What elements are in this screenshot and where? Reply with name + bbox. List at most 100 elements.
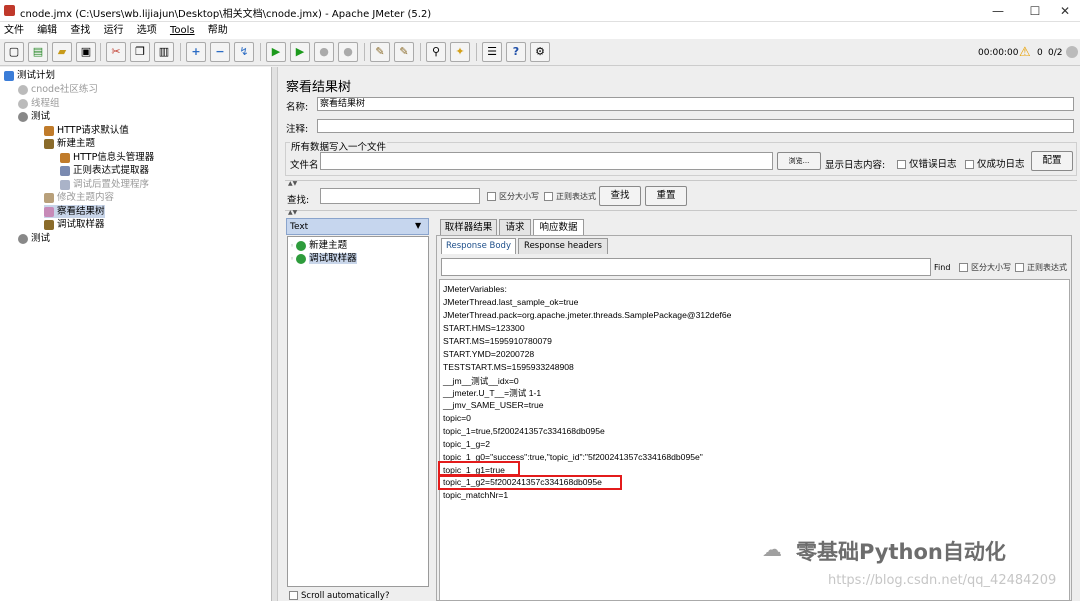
reset-button[interactable]: 重置 (645, 186, 687, 206)
gear-icon (18, 233, 28, 244)
page-title: 察看结果树 (286, 80, 352, 95)
chart-icon (44, 206, 54, 217)
scroll-auto-checkbox[interactable]: Scroll automatically? (289, 591, 389, 601)
collapse-arrows-icon[interactable]: ▲▼ (288, 180, 297, 187)
name-field[interactable]: 察看结果树 (317, 97, 1074, 111)
tab-response-data[interactable]: 响应数据 (533, 219, 584, 235)
success-shield-icon (296, 253, 307, 264)
minimize-button[interactable]: — (983, 3, 1013, 19)
start-no-pause-icon[interactable]: ▶ (290, 42, 310, 62)
test-plan-icon (4, 70, 14, 81)
tree-item-regex-extractor[interactable]: 正则表达式提取器 (60, 164, 149, 177)
highlight-box (438, 461, 520, 476)
tree-item-test[interactable]: 测试 (18, 110, 50, 123)
gear-icon (18, 98, 28, 109)
find-button[interactable]: 查找 (599, 186, 641, 206)
gear-icon (18, 111, 28, 122)
renderer-selected: Text (290, 222, 309, 232)
stop-icon[interactable]: ● (314, 42, 334, 62)
file-name-field[interactable] (320, 152, 773, 170)
chevron-down-icon: ▼ (415, 221, 422, 230)
tab-sampler-result[interactable]: 取样器结果 (440, 219, 497, 235)
menu-tools[interactable]: Tools (170, 22, 195, 39)
open-icon[interactable]: ▰ (52, 42, 72, 62)
menu-help[interactable]: 帮助 (208, 22, 228, 39)
status-indicator-icon (1066, 46, 1078, 58)
tree-item-debug-sampler[interactable]: 调试取样器 (44, 218, 105, 231)
document-icon (60, 179, 70, 190)
highlight-box (438, 475, 622, 490)
find-link[interactable]: Find (934, 263, 950, 272)
clear-icon[interactable]: ✎ (370, 42, 390, 62)
configure-button[interactable]: 配置 (1031, 151, 1073, 171)
pipette-icon (44, 138, 54, 149)
menu-run[interactable]: 运行 (104, 22, 124, 39)
only-errors-checkbox[interactable]: 仅错误日志 (897, 156, 957, 170)
menu-edit[interactable]: 编辑 (37, 22, 57, 39)
remote-icon[interactable]: ⚙ (530, 42, 550, 62)
only-success-checkbox[interactable]: 仅成功日志 (965, 156, 1025, 170)
menu-search[interactable]: 查找 (70, 22, 90, 39)
comment-field[interactable] (317, 119, 1074, 133)
thread-count: 0/2 (1048, 48, 1063, 58)
renderer-select[interactable]: Text ▼ (286, 218, 429, 235)
tree-item-header-manager[interactable]: HTTP信息头管理器 (60, 151, 154, 164)
tab-response-body[interactable]: Response Body (441, 238, 516, 254)
menu-options[interactable]: 选项 (137, 22, 157, 39)
list-item[interactable]: ◦ 调试取样器 (290, 252, 357, 265)
new-icon[interactable]: ▢ (4, 42, 24, 62)
tab-response-headers[interactable]: Response headers (518, 238, 608, 254)
tab-request[interactable]: 请求 (499, 219, 531, 235)
divider (285, 210, 1077, 211)
regex-checkbox[interactable]: 正则表达式 (544, 191, 596, 202)
close-button[interactable]: ✕ (1050, 3, 1080, 19)
pane-splitter[interactable] (272, 67, 278, 601)
response-line: JMeterVariables: (443, 284, 507, 294)
response-regex-checkbox[interactable]: 正则表达式 (1015, 262, 1067, 273)
tree-item-new-topic[interactable]: 新建主题 (44, 137, 95, 150)
response-case-checkbox[interactable]: 区分大小写 (959, 262, 1011, 273)
watermark-url: https://blog.csdn.net/qq_42484209 (828, 573, 1057, 588)
menu-bar: 文件 编辑 查找 运行 选项 Tools 帮助 (0, 22, 1080, 39)
start-icon[interactable]: ▶ (266, 42, 286, 62)
response-line: __jmeter.U_T__=测试 1-1 (443, 388, 542, 398)
response-search-input[interactable] (441, 258, 931, 276)
browse-button[interactable]: 浏览... (777, 152, 821, 170)
tree-item-view-results[interactable]: 察看结果树 (44, 205, 105, 218)
menu-file[interactable]: 文件 (4, 22, 24, 39)
reset-search-icon[interactable]: ✦ (450, 42, 470, 62)
tree-item-http-defaults[interactable]: HTTP请求默认值 (44, 124, 129, 137)
tree-item-debug-postprocessor[interactable]: 调试后置处理程序 (60, 178, 149, 191)
response-line: START.YMD=20200728 (443, 349, 535, 359)
search-icon[interactable]: ⚲ (426, 42, 446, 62)
maximize-button[interactable]: ☐ (1020, 3, 1050, 19)
divider (285, 180, 1077, 181)
sample-list: ◦ 新建主题 ◦ 调试取样器 (287, 236, 429, 587)
function-helper-icon[interactable]: ☰ (482, 42, 502, 62)
expand-icon[interactable]: + (186, 42, 206, 62)
list-item[interactable]: ◦ 新建主题 (290, 239, 347, 252)
tree-item-cnode[interactable]: cnode社区练习 (18, 83, 98, 96)
wechat-icon: ☁ (762, 537, 782, 561)
tree-item-test-2[interactable]: 测试 (18, 232, 50, 245)
save-icon[interactable]: ▣ (76, 42, 96, 62)
search-input[interactable] (320, 188, 480, 204)
success-shield-icon (296, 240, 307, 251)
group-title: 所有数据写入一个文件 (290, 139, 388, 153)
collapse-arrows-icon[interactable]: ▲▼ (288, 209, 297, 216)
tree-item-modify-topic[interactable]: 修改主题内容 (44, 191, 114, 204)
help-icon[interactable]: ? (506, 42, 526, 62)
tree-item-thread-group[interactable]: 线程组 (18, 97, 60, 110)
cut-icon[interactable]: ✂ (106, 42, 126, 62)
templates-icon[interactable]: ▤ (28, 42, 48, 62)
tree-item-test-plan[interactable]: 测试计划 (4, 69, 55, 82)
toolbar: ▢ ▤ ▰ ▣ ✂ ❐ ▥ + − ↯ ▶ ▶ ● ● ✎ ✎ ⚲ ✦ ☰ ? … (0, 39, 1080, 66)
shutdown-icon[interactable]: ● (338, 42, 358, 62)
toggle-icon[interactable]: ↯ (234, 42, 254, 62)
collapse-icon[interactable]: − (210, 42, 230, 62)
case-sensitive-checkbox[interactable]: 区分大小写 (487, 191, 539, 202)
response-line: topic=0 (443, 413, 471, 423)
paste-icon[interactable]: ▥ (154, 42, 174, 62)
clear-all-icon[interactable]: ✎ (394, 42, 414, 62)
copy-icon[interactable]: ❐ (130, 42, 150, 62)
